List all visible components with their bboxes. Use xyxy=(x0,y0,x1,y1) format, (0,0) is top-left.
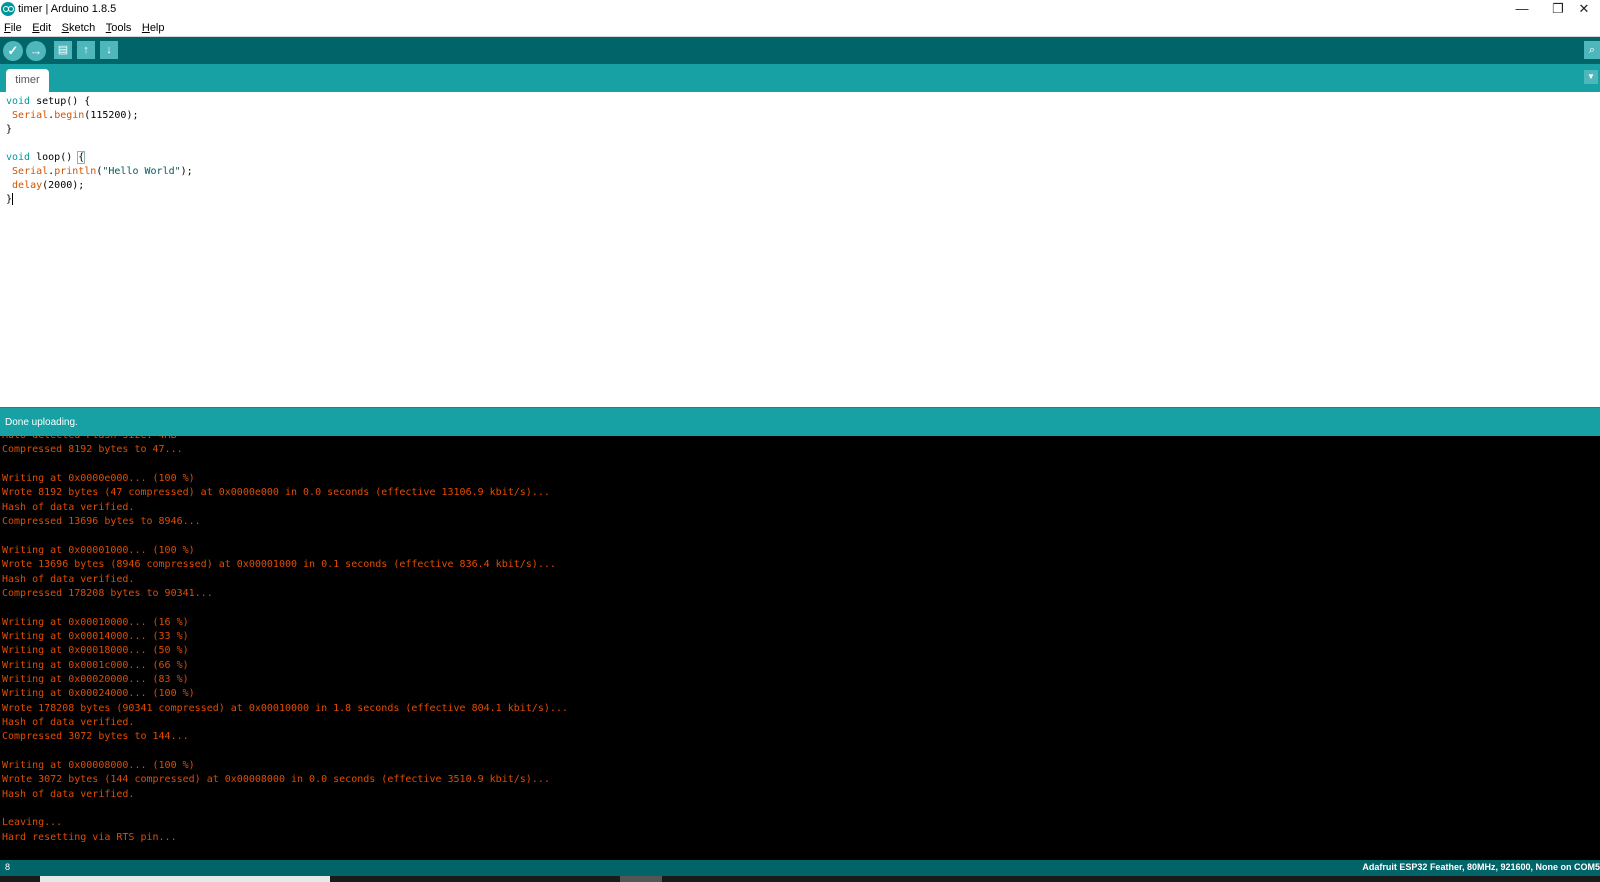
code-line-5: void loop() { xyxy=(6,151,86,165)
keyword: void xyxy=(6,96,31,107)
console-line: Hash of data verified. xyxy=(2,788,135,800)
upload-button[interactable]: → xyxy=(26,41,46,61)
code-line-6: Serial.println("Hello World"); xyxy=(6,165,193,179)
console-line: Writing at 0x00008000... (100 %) xyxy=(2,760,195,772)
function-name: Serial xyxy=(12,110,49,121)
menu-file[interactable]: File xyxy=(4,19,22,37)
console-line: Compressed 3072 bytes to 144... xyxy=(2,731,189,743)
console-line: Hard resetting via RTS pin... xyxy=(2,831,177,843)
console-line: Wrote 3072 bytes (144 compressed) at 0x0… xyxy=(2,774,550,786)
code-line-7: delay(2000); xyxy=(6,179,84,193)
console-line: Compressed 8192 bytes to 47... xyxy=(2,444,183,456)
keyword: void xyxy=(6,152,31,163)
menu-tools-label: ools xyxy=(111,22,132,34)
menu-sketch-label: ketch xyxy=(68,22,96,34)
menu-edit-label: dit xyxy=(39,22,52,34)
console-line: Writing at 0x0001c000... (66 %) xyxy=(2,659,189,671)
string-literal: "Hello World" xyxy=(102,166,181,177)
console-line: Writing at 0x00010000... (16 %) xyxy=(2,616,189,628)
tab-timer[interactable]: timer xyxy=(6,69,49,92)
tab-menu-dropdown-icon[interactable]: ▼ xyxy=(1584,70,1598,84)
menu-sketch-accel: S xyxy=(61,22,69,34)
status-message: Done uploading. xyxy=(5,417,78,428)
console-line: Writing at 0x00018000... (50 %) xyxy=(2,645,189,657)
console-line: Writing at 0x00020000... (83 %) xyxy=(2,673,189,685)
menu-help-accel: H xyxy=(141,22,150,34)
new-sketch-button[interactable]: ▤ xyxy=(54,41,72,59)
console-line: Wrote 178208 bytes (90341 compressed) at… xyxy=(2,702,568,714)
code-line-3: } xyxy=(6,124,13,135)
function-name: Serial xyxy=(12,166,49,177)
console-line: Leaving... xyxy=(2,817,63,829)
minimize-button[interactable]: — xyxy=(1504,0,1540,18)
window-title: timer | Arduino 1.8.5 xyxy=(18,3,117,15)
code-text: loop() xyxy=(30,152,79,163)
arduino-logo-icon xyxy=(1,2,15,16)
matched-bracket: { xyxy=(77,151,86,164)
board-info: Adafruit ESP32 Feather, 80MHz, 921600, N… xyxy=(1362,862,1600,872)
tab-strip: timer ▼ xyxy=(0,64,1600,92)
toolbar: ✓ → ▤ ↑ ↓ ⌕ xyxy=(0,37,1600,64)
menu-file-label: ile xyxy=(10,22,22,34)
verify-button[interactable]: ✓ xyxy=(3,41,23,61)
taskbar xyxy=(0,876,1600,882)
taskbar-item[interactable] xyxy=(620,876,662,882)
menu-sketch[interactable]: Sketch xyxy=(62,19,96,37)
serial-monitor-button[interactable]: ⌕ xyxy=(1584,41,1600,59)
status-bar: Done uploading. xyxy=(0,407,1600,437)
console-line: Hash of data verified. xyxy=(2,717,135,728)
function-name: println xyxy=(54,166,97,177)
code-text: setup() { xyxy=(30,96,91,107)
console-line: Wrote 13696 bytes (8946 compressed) at 0… xyxy=(2,559,556,571)
menu-tools[interactable]: Tools xyxy=(106,19,132,37)
code-line-8: } xyxy=(6,193,14,207)
console-line: Writing at 0x00014000... (33 %) xyxy=(2,630,189,642)
console-line: Hash of data verified. xyxy=(2,501,135,513)
taskbar-item[interactable] xyxy=(40,876,330,882)
menu-file-accel: F xyxy=(4,22,11,34)
console-line: Auto-detected Flash size: 4MB xyxy=(2,436,177,443)
menu-edit[interactable]: Edit xyxy=(32,19,51,37)
code-text: (115200); xyxy=(84,110,139,121)
console-line: Wrote 8192 bytes (47 compressed) at 0x00… xyxy=(2,487,550,499)
footer-bar: 8 Adafruit ESP32 Feather, 80MHz, 921600,… xyxy=(0,860,1600,876)
console-line: Compressed 178208 bytes to 90341... xyxy=(2,587,213,599)
console-line: Hash of data verified. xyxy=(2,573,135,585)
code-text: ); xyxy=(180,166,193,177)
function-name: delay xyxy=(12,180,43,191)
menu-bar: File Edit Sketch Tools Help xyxy=(0,18,1600,37)
console-line: Writing at 0x00024000... (100 %) xyxy=(2,688,195,700)
console-line: Compressed 13696 bytes to 8946... xyxy=(2,516,201,528)
code-line-2: Serial.begin(115200); xyxy=(6,109,138,123)
title-bar: timer | Arduino 1.8.5 — ❐ ✕ xyxy=(0,0,1600,18)
open-sketch-button[interactable]: ↑ xyxy=(77,41,95,59)
code-line-1: void setup() { xyxy=(6,95,90,109)
menu-help[interactable]: Help xyxy=(142,19,165,37)
menu-edit-accel: E xyxy=(32,22,40,34)
close-button[interactable]: ✕ xyxy=(1568,0,1600,18)
save-sketch-button[interactable]: ↓ xyxy=(100,41,118,59)
menu-help-label: elp xyxy=(149,22,165,34)
console-line: Writing at 0x0000e000... (100 %) xyxy=(2,473,195,485)
code-editor[interactable]: void setup() { Serial.begin(115200); } v… xyxy=(0,92,1600,407)
text-caret xyxy=(12,193,14,205)
console-line: Writing at 0x00001000... (100 %) xyxy=(2,544,195,556)
line-number: 8 xyxy=(5,862,11,872)
code-text: (2000); xyxy=(42,180,85,191)
function-name: begin xyxy=(54,110,85,121)
console-output[interactable]: Auto-detected Flash size: 4MBCompressed … xyxy=(0,436,1600,860)
